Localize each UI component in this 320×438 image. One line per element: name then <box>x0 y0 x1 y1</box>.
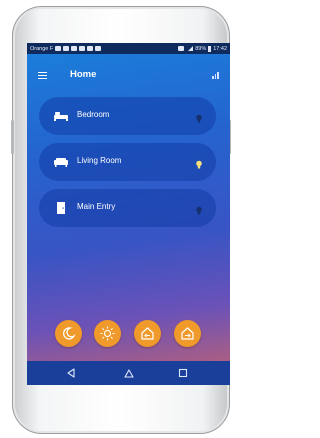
wifi-icon <box>178 46 185 51</box>
room-label: Main Entry <box>77 202 116 211</box>
battery-icon <box>208 45 212 52</box>
system-nav-bar <box>27 361 230 385</box>
bed-icon <box>53 109 69 123</box>
light-bulb-icon[interactable] <box>196 111 202 123</box>
notification-icon <box>63 46 70 51</box>
light-bulb-icon[interactable] <box>196 203 202 215</box>
status-bar: Orange F 89% 17:42 <box>27 43 230 54</box>
recents-icon[interactable] <box>178 368 188 378</box>
room-label: Bedroom <box>77 110 110 119</box>
notification-icon <box>87 46 94 51</box>
battery-percent: 89% <box>195 45 207 52</box>
page-title: Home <box>70 69 97 80</box>
sun-icon <box>100 326 115 341</box>
back-icon[interactable] <box>66 368 76 378</box>
room-card-main-entry[interactable]: Main Entry <box>39 189 216 227</box>
room-label: Living Room <box>77 156 122 165</box>
status-bar-right: 89% 17:42 <box>178 45 227 52</box>
product-shot: Orange F 89% 17:42 Home Bedroom Living R… <box>0 0 242 438</box>
home-icon[interactable] <box>124 368 134 378</box>
status-time: 17:42 <box>213 45 227 52</box>
arrive-home-button[interactable] <box>134 320 161 347</box>
sofa-icon <box>53 155 69 169</box>
notification-icon <box>71 46 78 51</box>
room-card-living-room[interactable]: Living Room <box>39 143 216 181</box>
notification-icon <box>79 46 86 51</box>
room-card-bedroom[interactable]: Bedroom <box>39 97 216 135</box>
scene-actions <box>27 320 230 352</box>
leave-home-button[interactable] <box>174 320 201 347</box>
door-icon <box>53 201 69 215</box>
hamburger-menu-icon[interactable] <box>38 72 47 80</box>
arrive-home-icon <box>141 327 154 340</box>
moon-icon <box>62 327 76 340</box>
notification-icon <box>95 46 102 51</box>
carrier-label: Orange F <box>30 45 54 52</box>
leave-home-icon <box>181 327 194 340</box>
day-mode-button[interactable] <box>94 320 121 347</box>
phone-screen: Orange F 89% 17:42 Home Bedroom Living R… <box>27 43 230 385</box>
app-bar: Home <box>27 54 230 94</box>
signal-icon <box>188 46 194 51</box>
notification-icon <box>55 46 62 51</box>
night-mode-button[interactable] <box>55 320 82 347</box>
volume-button <box>11 120 14 154</box>
stats-icon[interactable] <box>212 71 220 79</box>
light-bulb-icon[interactable] <box>196 157 202 169</box>
